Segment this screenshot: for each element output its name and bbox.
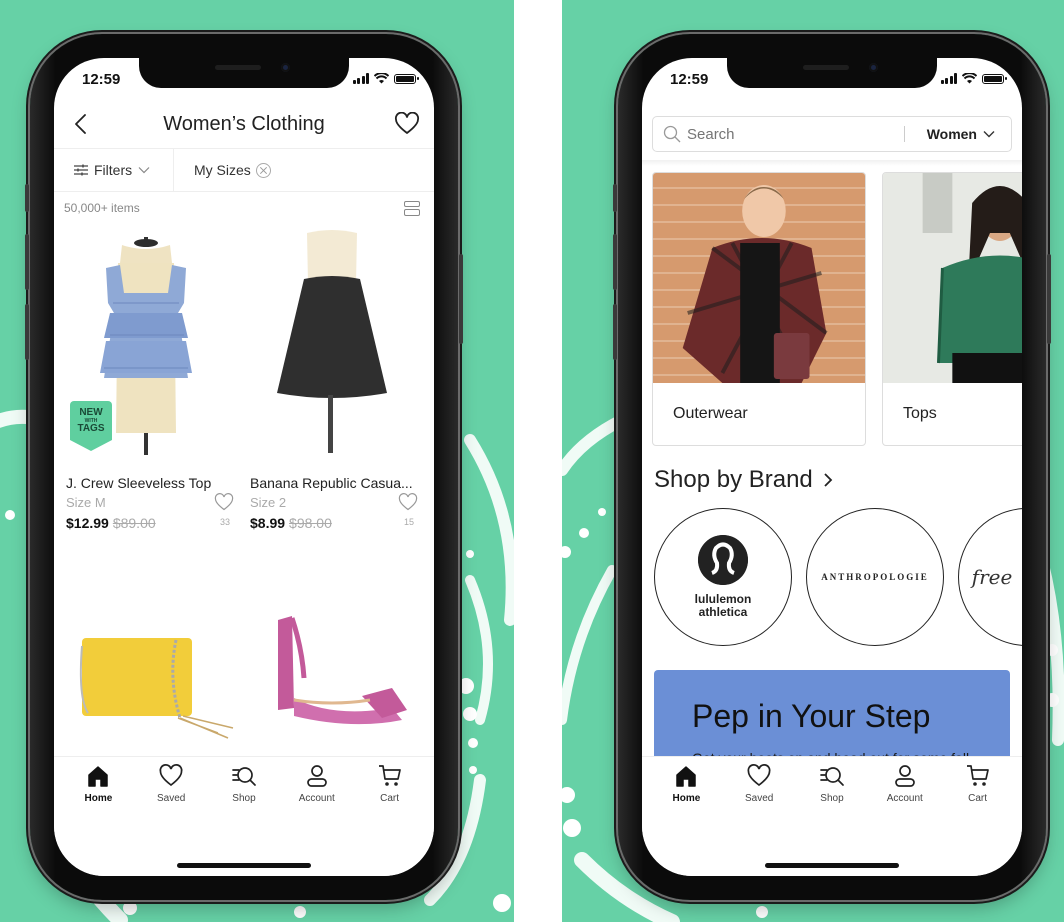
item-count: 50,000+ items <box>64 201 140 215</box>
tab-bar: Home Saved Shop Account Cart <box>642 756 1022 876</box>
category-label: Outerwear <box>673 405 748 422</box>
category-card-tops[interactable]: Tops <box>882 172 1022 446</box>
home-icon <box>676 766 697 787</box>
my-sizes-chip[interactable]: My Sizes <box>174 149 271 191</box>
brand-carousel: lululemon athletica ANTHROPOLOGIE free <box>654 508 1022 646</box>
filter-bar: Filters My Sizes <box>54 148 434 192</box>
mute-switch <box>25 184 29 212</box>
left-promo-panel: 12:59 Women’s Clothing Filters My Sizes … <box>0 0 514 922</box>
lululemon-logo-icon <box>698 535 748 585</box>
save-heart-icon[interactable] <box>398 493 418 511</box>
product-image-skirt <box>277 230 387 453</box>
search-input[interactable] <box>687 125 904 143</box>
heart-icon <box>747 764 771 787</box>
phone-frame: 12:59 Women <box>613 34 1051 900</box>
original-price: $89.00 <box>112 515 156 531</box>
home-icon <box>88 766 109 787</box>
product-price: $8.99 $98.00 <box>250 515 332 531</box>
like-count: 15 <box>403 517 414 527</box>
account-icon <box>894 765 915 787</box>
category-image-tops <box>883 173 1022 383</box>
back-chevron-icon[interactable] <box>70 112 94 136</box>
results-row: 50,000+ items <box>64 198 420 218</box>
account-icon <box>306 765 327 787</box>
product-price: $12.99 $89.00 <box>66 515 156 531</box>
tab-cart[interactable]: Cart <box>358 763 422 804</box>
mute-switch <box>613 184 617 212</box>
search-icon <box>663 125 681 143</box>
shop-by-brand-heading[interactable]: Shop by Brand <box>654 466 833 494</box>
power-button <box>1047 254 1051 344</box>
status-time: 12:59 <box>670 71 709 88</box>
wifi-icon <box>962 73 977 84</box>
chevron-right-icon <box>824 473 833 487</box>
heart-icon <box>159 764 183 787</box>
promo-title: Pep in Your Step <box>692 698 931 734</box>
remove-chip-icon[interactable] <box>255 162 271 178</box>
sliders-icon <box>74 164 88 176</box>
gender-dropdown[interactable]: Women <box>905 126 1011 142</box>
my-sizes-label: My Sizes <box>194 162 251 178</box>
brand-anthropologie[interactable]: ANTHROPOLOGIE <box>806 508 944 646</box>
shop-search-icon <box>820 767 844 786</box>
tab-shop[interactable]: Shop <box>212 763 276 804</box>
notch <box>139 58 349 88</box>
battery-icon <box>394 73 419 84</box>
chevron-down-icon <box>983 131 995 138</box>
save-heart-icon[interactable] <box>214 493 234 511</box>
tab-saved[interactable]: Saved <box>727 763 791 804</box>
volume-up-button <box>25 234 29 290</box>
shop-search-icon <box>232 767 256 786</box>
brand-free-people[interactable]: free <box>958 508 1022 646</box>
nav-header: Women’s Clothing <box>54 102 434 146</box>
tab-account[interactable]: Account <box>285 763 349 804</box>
phone-screen: 12:59 Women’s Clothing Filters My Sizes … <box>54 58 434 876</box>
volume-down-button <box>25 304 29 360</box>
cellular-signal-icon <box>940 73 957 84</box>
phone-screen: 12:59 Women <box>642 58 1022 876</box>
product-name: J. Crew Sleeveless Top <box>66 475 212 491</box>
category-card-outerwear[interactable]: Outerwear <box>652 172 866 446</box>
power-button <box>459 254 463 344</box>
list-layout-icon[interactable] <box>404 200 420 216</box>
tab-account[interactable]: Account <box>873 763 937 804</box>
search-bar: Women <box>652 116 1012 152</box>
product-size: Size 2 <box>250 495 287 510</box>
category-carousel: Outerwear Tops <box>652 172 1022 446</box>
tab-bar: Home Saved Shop Account Cart <box>54 756 434 876</box>
filters-label: Filters <box>94 162 133 178</box>
notch <box>727 58 937 88</box>
cellular-signal-icon <box>352 73 369 84</box>
tab-saved[interactable]: Saved <box>139 763 203 804</box>
tab-home[interactable]: Home <box>654 763 718 804</box>
home-indicator <box>177 863 311 868</box>
battery-icon <box>982 73 1007 84</box>
wifi-icon <box>374 73 389 84</box>
page-title: Women’s Clothing <box>163 112 325 135</box>
tab-cart[interactable]: Cart <box>946 763 1010 804</box>
phone-frame: 12:59 Women’s Clothing Filters My Sizes … <box>25 34 463 900</box>
volume-down-button <box>613 304 617 360</box>
filters-button[interactable]: Filters <box>54 149 174 191</box>
volume-up-button <box>613 234 617 290</box>
home-indicator <box>765 863 899 868</box>
tab-shop[interactable]: Shop <box>800 763 864 804</box>
cart-icon <box>378 765 401 786</box>
category-label: Tops <box>903 405 937 422</box>
original-price: $98.00 <box>289 515 332 531</box>
right-promo-panel: 12:59 Women <box>562 0 1064 922</box>
category-image-outerwear <box>653 173 865 383</box>
header-divider <box>642 160 1022 166</box>
like-count: 33 <box>219 517 230 527</box>
cart-icon <box>966 765 989 786</box>
tab-home[interactable]: Home <box>66 763 130 804</box>
favorite-heart-icon[interactable] <box>394 112 420 136</box>
chevron-down-icon <box>138 167 150 174</box>
brand-lululemon[interactable]: lululemon athletica <box>654 508 792 646</box>
gender-selected: Women <box>926 126 977 142</box>
status-time: 12:59 <box>82 71 121 88</box>
product-name: Banana Republic Casua... <box>250 475 413 491</box>
product-size: Size M <box>66 495 106 510</box>
